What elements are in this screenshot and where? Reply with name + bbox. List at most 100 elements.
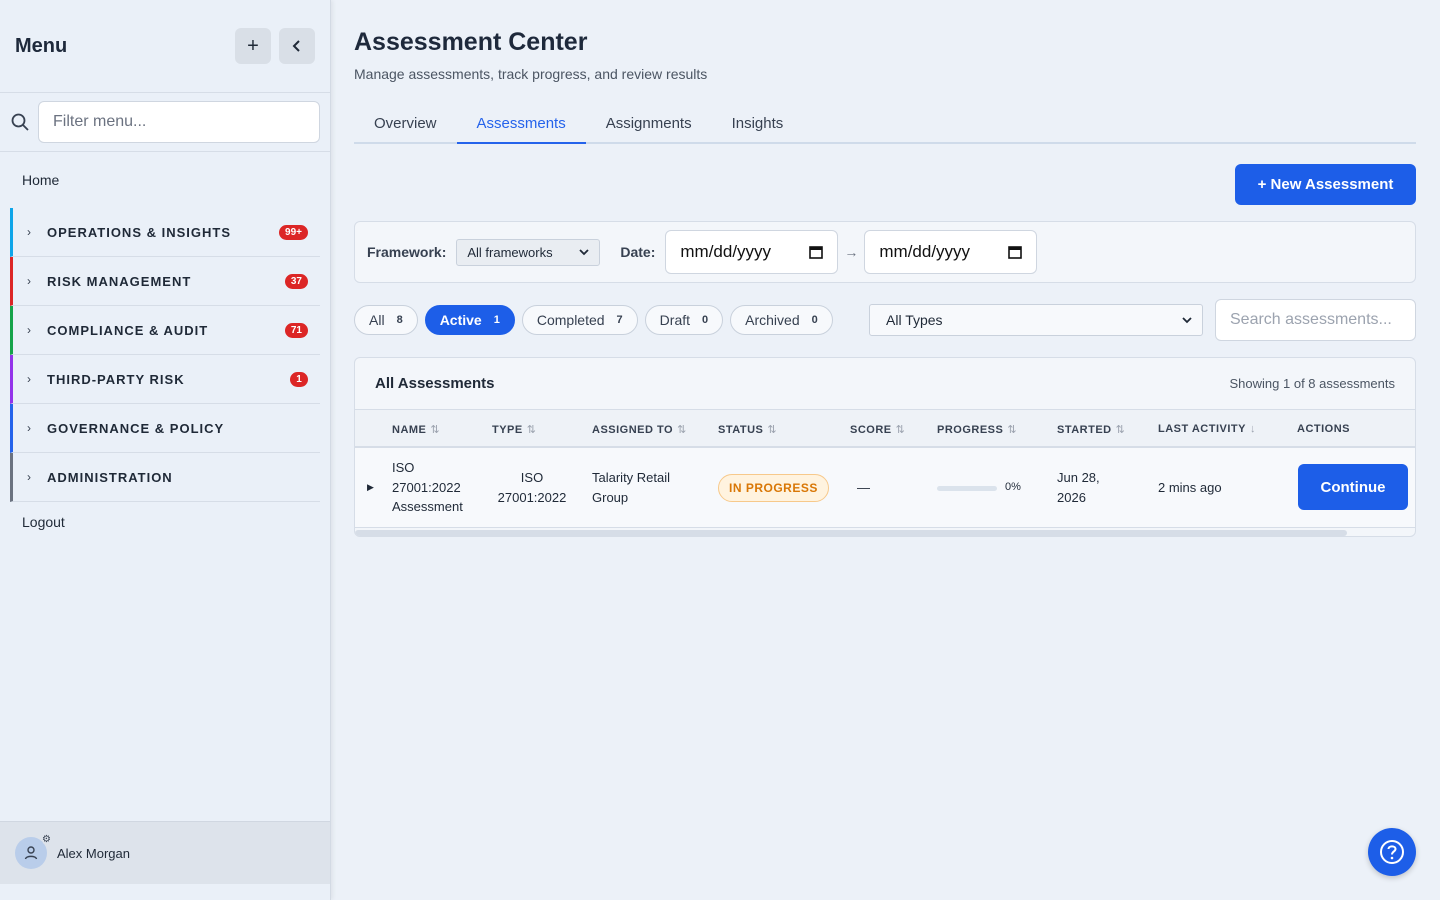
sidebar-item-governance-policy[interactable]: › GOVERNANCE & POLICY [10, 404, 320, 453]
column-label: STATUS [718, 424, 764, 436]
chevron-left-icon [292, 40, 300, 52]
date-label: Date: [620, 244, 656, 260]
column-label: LAST ACTIVITY [1158, 423, 1246, 435]
sort-icon: ⇅ [526, 424, 537, 436]
user-name: Alex Morgan [57, 845, 130, 861]
column-header-name[interactable]: NAME ⇅ [392, 423, 440, 436]
column-header-score[interactable]: SCORE ⇅ [850, 423, 905, 436]
table-header: NAME ⇅ TYPE ⇅ ASSIGNED TO ⇅ STATUS ⇅ SCORE ⇅ … [355, 410, 1415, 448]
user-profile[interactable]: ⚙ Alex Morgan [0, 821, 330, 884]
cell-type: ISO 27001:2022 [497, 470, 567, 505]
date-from-input[interactable]: mm/dd/yyyy [665, 230, 839, 274]
chip-archived[interactable]: Archived 0 [730, 305, 833, 335]
tab-overview[interactable]: Overview [354, 106, 457, 144]
table-row[interactable]: ▶ ISO 27001:2022 Assessment ISO 27001:20… [355, 448, 1415, 528]
chip-completed[interactable]: Completed 7 [521, 305, 638, 335]
count-badge: 99+ [279, 224, 308, 240]
column-header-status[interactable]: STATUS ⇅ [718, 423, 777, 436]
table-card-header: All Assessments Showing 1 of 8 assessmen… [355, 358, 1415, 410]
assessments-table-card: All Assessments Showing 1 of 8 assessmen… [354, 357, 1416, 537]
sort-icon: ⇅ [1115, 424, 1126, 436]
expand-row-icon[interactable]: ▶ [367, 478, 374, 498]
type-select-value: All Types [886, 312, 943, 328]
add-button[interactable]: + [235, 28, 271, 64]
chip-count: 7 [616, 314, 623, 326]
sidebar-item-label: GOVERNANCE & POLICY [47, 420, 225, 436]
cell-assigned: Talarity Retail Group [592, 470, 671, 505]
column-header-type[interactable]: TYPE ⇅ [492, 423, 536, 436]
gear-icon: ⚙ [42, 834, 51, 845]
sidebar-search [0, 93, 330, 152]
count-badge: 37 [284, 273, 308, 289]
sidebar-item-home[interactable]: Home [0, 152, 330, 208]
framework-select[interactable]: All frameworks [456, 238, 601, 266]
tab-insights[interactable]: Insights [712, 106, 804, 144]
chevron-right-icon: › [27, 470, 31, 484]
column-header-last-activity[interactable]: LAST ACTIVITY ↓ [1158, 423, 1256, 435]
new-assessment-button[interactable]: + New Assessment [1235, 164, 1416, 205]
sort-desc-icon: ↓ [1249, 423, 1256, 435]
column-header-assigned[interactable]: ASSIGNED TO ⇅ [592, 423, 687, 436]
column-label: ASSIGNED TO [592, 424, 674, 436]
user-icon [24, 846, 38, 860]
count-badge: 71 [284, 322, 308, 338]
date-to-value: mm/dd/yyyy [879, 242, 971, 261]
column-label: ACTIONS [1297, 423, 1350, 435]
collapse-sidebar-button[interactable] [279, 28, 315, 64]
chevron-right-icon: › [27, 421, 31, 435]
table-count: Showing 1 of 8 assessments [1229, 376, 1395, 391]
progress-bar [937, 486, 997, 491]
date-range-arrow: → [844, 244, 859, 260]
sidebar-item-third-party-risk[interactable]: › THIRD-PARTY RISK 1 [10, 355, 320, 404]
tab-assessments[interactable]: Assessments [456, 106, 586, 144]
framework-label: Framework: [367, 244, 447, 260]
sort-icon: ⇅ [895, 424, 906, 436]
chip-active[interactable]: Active 1 [424, 305, 515, 335]
sidebar-item-compliance-audit[interactable]: › COMPLIANCE & AUDIT 71 [10, 306, 320, 355]
column-label: PROGRESS [937, 424, 1004, 436]
chevron-down-icon [1182, 317, 1192, 324]
date-from-value: mm/dd/yyyy [680, 242, 772, 261]
tab-bar: Overview Assessments Assignments Insight… [354, 106, 1416, 144]
chip-label: All [369, 312, 385, 328]
calendar-icon [809, 246, 824, 259]
column-label: SCORE [850, 424, 892, 436]
sidebar-item-label: OPERATIONS & INSIGHTS [47, 224, 231, 240]
filter-menu-input[interactable] [38, 101, 320, 143]
sidebar-item-operations-insights[interactable]: › OPERATIONS & INSIGHTS 99+ [10, 208, 320, 257]
page-title: Assessment Center [354, 28, 588, 56]
tab-assignments[interactable]: Assignments [586, 106, 712, 144]
date-to-input[interactable]: mm/dd/yyyy [864, 230, 1038, 274]
sidebar-item-logout[interactable]: Logout [0, 510, 330, 534]
sidebar-title: Menu [15, 34, 68, 57]
column-label: STARTED [1057, 424, 1112, 436]
continue-button[interactable]: Continue [1298, 464, 1408, 510]
chip-draft[interactable]: Draft 0 [644, 305, 724, 335]
column-header-started[interactable]: STARTED ⇅ [1057, 423, 1125, 436]
horizontal-scrollbar[interactable] [355, 530, 1347, 536]
chevron-right-icon: › [27, 274, 31, 288]
chip-label: Archived [745, 312, 800, 328]
chip-all[interactable]: All 8 [354, 305, 418, 335]
plus-icon: + [247, 34, 259, 57]
chevron-right-icon: › [27, 225, 31, 239]
column-header-progress[interactable]: PROGRESS ⇅ [937, 423, 1017, 436]
calendar-icon [1008, 246, 1023, 259]
sidebar-item-label: THIRD-PARTY RISK [47, 371, 185, 387]
column-header-actions: ACTIONS [1297, 423, 1350, 435]
sidebar-sections: › OPERATIONS & INSIGHTS 99+ › RISK MANAG… [0, 208, 330, 502]
chip-count: 8 [396, 314, 403, 326]
cell-last-activity: 2 mins ago [1158, 480, 1222, 495]
avatar: ⚙ [15, 834, 51, 869]
chip-count: 0 [811, 314, 818, 326]
column-label: NAME [392, 424, 427, 436]
chip-count: 0 [702, 314, 709, 326]
type-select[interactable]: All Types [869, 304, 1203, 336]
sidebar-item-administration[interactable]: › ADMINISTRATION [10, 453, 320, 502]
help-button[interactable] [1368, 828, 1416, 876]
chevron-down-icon [579, 249, 589, 256]
search-assessments-input[interactable] [1215, 299, 1416, 341]
sidebar-item-risk-management[interactable]: › RISK MANAGEMENT 37 [10, 257, 320, 306]
chip-label: Completed [536, 312, 605, 328]
status-badge: IN PROGRESS [718, 474, 829, 502]
